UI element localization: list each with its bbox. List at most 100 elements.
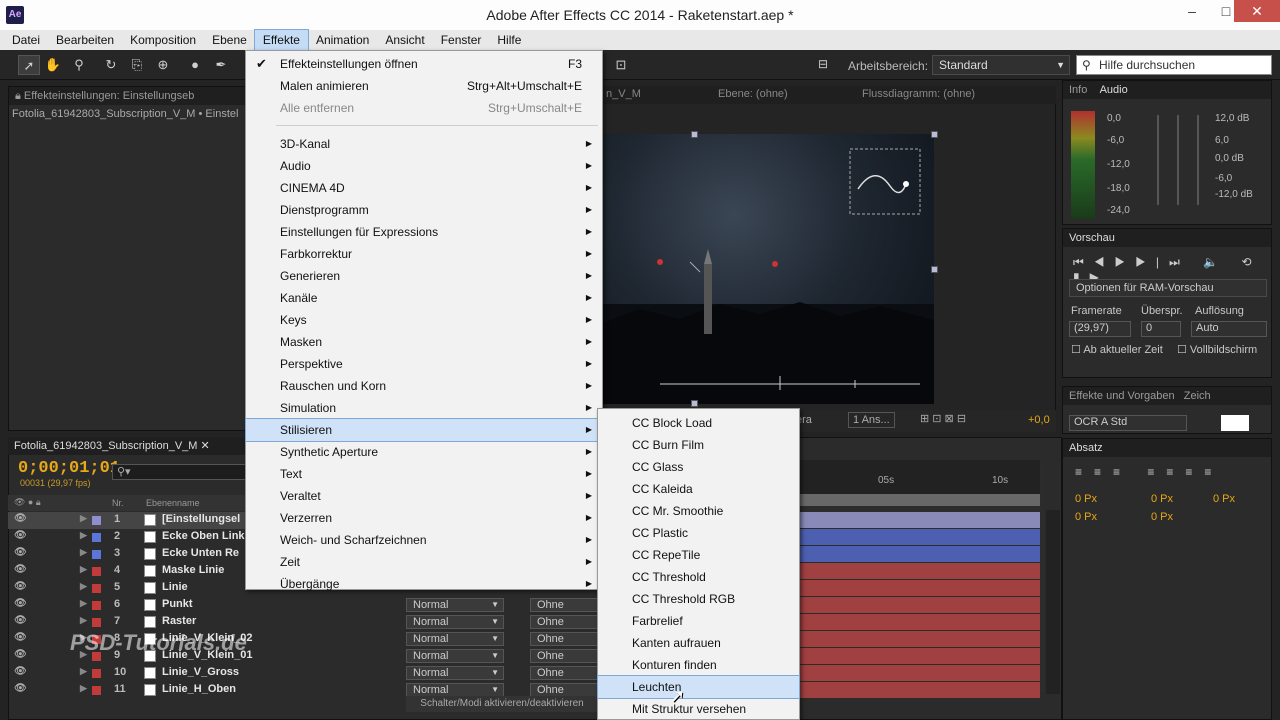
menu-item-category[interactable]: Keys ▶ — [246, 309, 602, 331]
layer-name[interactable]: Punkt — [162, 598, 193, 610]
space-after-value[interactable]: 0 Px — [1151, 511, 1173, 523]
menu-item-category[interactable]: Audio ▶ — [246, 155, 602, 177]
tab-effects-presets[interactable]: Effekte und Vorgaben — [1069, 390, 1175, 402]
visibility-eye-icon[interactable]: 👁 — [14, 615, 27, 626]
stilisieren-menu-item[interactable]: CC Block Load — [598, 412, 799, 434]
font-select[interactable]: OCR A Std — [1069, 415, 1187, 431]
layer-duration-bar[interactable] — [800, 665, 1040, 681]
layer-duration-bar[interactable] — [800, 546, 1040, 562]
expand-triangle-icon[interactable]: ▶ — [80, 683, 87, 694]
menu-item-top[interactable]: Malen animieren Strg+Alt+Umschalt+E — [246, 75, 602, 97]
menu-fenster[interactable]: Fenster — [433, 30, 490, 50]
expand-triangle-icon[interactable]: ▶ — [80, 615, 87, 626]
fill-color-swatch[interactable] — [1221, 415, 1249, 431]
layer-duration-bar[interactable] — [800, 648, 1040, 664]
visibility-eye-icon[interactable]: 👁 — [14, 649, 27, 660]
timeline-search-input[interactable]: ⚲▾ — [112, 464, 252, 480]
menu-datei[interactable]: Datei — [4, 30, 48, 50]
audio-slider[interactable] — [1177, 115, 1179, 205]
exposure-value[interactable]: +0,0 — [1028, 414, 1050, 426]
label-color-swatch[interactable] — [92, 669, 101, 678]
help-search-input[interactable]: ⚲ Hilfe durchsuchen — [1076, 55, 1272, 75]
tab-audio[interactable]: Audio — [1100, 84, 1128, 96]
viewer-grid-icon[interactable]: ⊞ ⊡ ⊠ ⊟ — [920, 412, 966, 425]
stilisieren-menu-item[interactable]: CC Mr. Smoothie — [598, 500, 799, 522]
blend-mode-select[interactable]: Normal ▼ — [406, 666, 504, 680]
layer-name[interactable]: Linie_H_Oben — [162, 683, 236, 695]
views-select[interactable]: 1 Ans... — [848, 412, 895, 428]
blend-mode-select[interactable]: Normal ▼ — [406, 683, 504, 697]
menu-ebene[interactable]: Ebene — [204, 30, 255, 50]
skip-select[interactable]: 0 — [1141, 321, 1181, 337]
paragraph-tab[interactable]: Absatz — [1063, 439, 1271, 457]
stilisieren-menu-item[interactable]: Kanten aufrauen — [598, 632, 799, 654]
layer-name[interactable]: [Einstellungsel — [162, 513, 240, 525]
composition-preview-image[interactable] — [600, 134, 934, 404]
menu-hilfe[interactable]: Hilfe — [489, 30, 529, 50]
camera-tool-icon[interactable]: ⎘ — [126, 55, 148, 75]
close-icon[interactable]: ✕ — [1234, 0, 1280, 22]
layer-name[interactable]: Raster — [162, 615, 196, 627]
menu-effekte[interactable]: Effekte — [253, 29, 309, 51]
snap-icon[interactable]: ⊡ — [610, 55, 632, 75]
layer-duration-bar[interactable] — [800, 563, 1040, 579]
layer-duration-bar[interactable] — [800, 631, 1040, 647]
menu-animation[interactable]: Animation — [308, 30, 377, 50]
layer-name[interactable]: Ecke Oben Link — [162, 530, 245, 542]
layer-name[interactable]: Linie_V_Gross — [162, 666, 239, 678]
audio-slider[interactable] — [1197, 115, 1199, 205]
stilisieren-menu-item[interactable]: Leuchten — [597, 675, 800, 699]
resolution-select[interactable]: Auto — [1191, 321, 1267, 337]
label-color-swatch[interactable] — [92, 686, 101, 695]
layer-duration-bar[interactable] — [800, 597, 1040, 613]
framerate-select[interactable]: (29,97) — [1069, 321, 1131, 337]
tab-info[interactable]: Info — [1069, 84, 1087, 96]
zoom-tool-icon[interactable]: ⚲ — [68, 55, 90, 75]
label-color-swatch[interactable] — [92, 567, 101, 576]
selection-tool-icon[interactable]: ➚ — [18, 55, 40, 75]
track-matte-select[interactable]: Ohne — [530, 615, 600, 629]
timeline-scrollbar[interactable] — [1046, 510, 1060, 694]
layer-duration-bar[interactable] — [800, 512, 1040, 528]
space-before-value[interactable]: 0 Px — [1075, 511, 1097, 523]
track-matte-select[interactable]: Ohne — [530, 632, 600, 646]
menu-item-category[interactable]: Stilisieren ▶ — [245, 418, 603, 442]
stilisieren-menu-item[interactable]: Mit Struktur versehen — [598, 698, 799, 720]
audio-slider[interactable] — [1157, 115, 1159, 205]
stilisieren-menu-item[interactable]: CC Threshold — [598, 566, 799, 588]
layer-row[interactable]: 👁 ▶ 10 Linie_V_Gross — [8, 665, 598, 682]
label-color-swatch[interactable] — [92, 584, 101, 593]
layer-duration-bar[interactable] — [800, 614, 1040, 630]
pen-tool-icon[interactable]: ✒ — [210, 55, 232, 75]
stilisieren-menu-item[interactable]: CC Burn Film — [598, 434, 799, 456]
preview-tab[interactable]: Vorschau — [1063, 229, 1271, 247]
indent-first-value[interactable]: 0 Px — [1213, 493, 1235, 505]
menu-item-category[interactable]: Masken ▶ — [246, 331, 602, 353]
transform-handle[interactable] — [691, 400, 698, 407]
viewer-tab-flowchart[interactable]: Flussdiagramm: (ohne) — [862, 88, 975, 100]
expand-triangle-icon[interactable]: ▶ — [80, 581, 87, 592]
from-current-checkbox[interactable]: ☐ Ab aktueller Zeit — [1071, 343, 1163, 356]
expand-triangle-icon[interactable]: ▶ — [80, 666, 87, 677]
transform-handle[interactable] — [691, 131, 698, 138]
menu-item-category[interactable]: Kanäle ▶ — [246, 287, 602, 309]
fullscreen-checkbox[interactable]: ☐ Vollbildschirm — [1177, 343, 1257, 356]
expand-triangle-icon[interactable]: ▶ — [80, 547, 87, 558]
menu-item-category[interactable]: CINEMA 4D ▶ — [246, 177, 602, 199]
indent-right-value[interactable]: 0 Px — [1151, 493, 1173, 505]
pan-behind-tool-icon[interactable]: ⊕ — [152, 55, 174, 75]
tab-character[interactable]: Zeich — [1184, 390, 1211, 402]
transform-handle[interactable] — [931, 131, 938, 138]
shape-tool-icon[interactable]: ● — [184, 55, 206, 75]
label-color-swatch[interactable] — [92, 516, 101, 525]
menu-item-category[interactable]: Verzerren ▶ — [246, 507, 602, 529]
menu-item-category[interactable]: Rauschen und Korn ▶ — [246, 375, 602, 397]
indent-left-value[interactable]: 0 Px — [1075, 493, 1097, 505]
expand-triangle-icon[interactable]: ▶ — [80, 598, 87, 609]
menu-komposition[interactable]: Komposition — [122, 30, 204, 50]
menu-item-category[interactable]: Text ▶ — [246, 463, 602, 485]
hand-tool-icon[interactable]: ✋ — [42, 55, 64, 75]
stilisieren-menu-item[interactable]: CC RepeTile — [598, 544, 799, 566]
layer-row[interactable]: 👁 ▶ 7 Raster — [8, 614, 598, 631]
blend-mode-select[interactable]: Normal ▼ — [406, 598, 504, 612]
